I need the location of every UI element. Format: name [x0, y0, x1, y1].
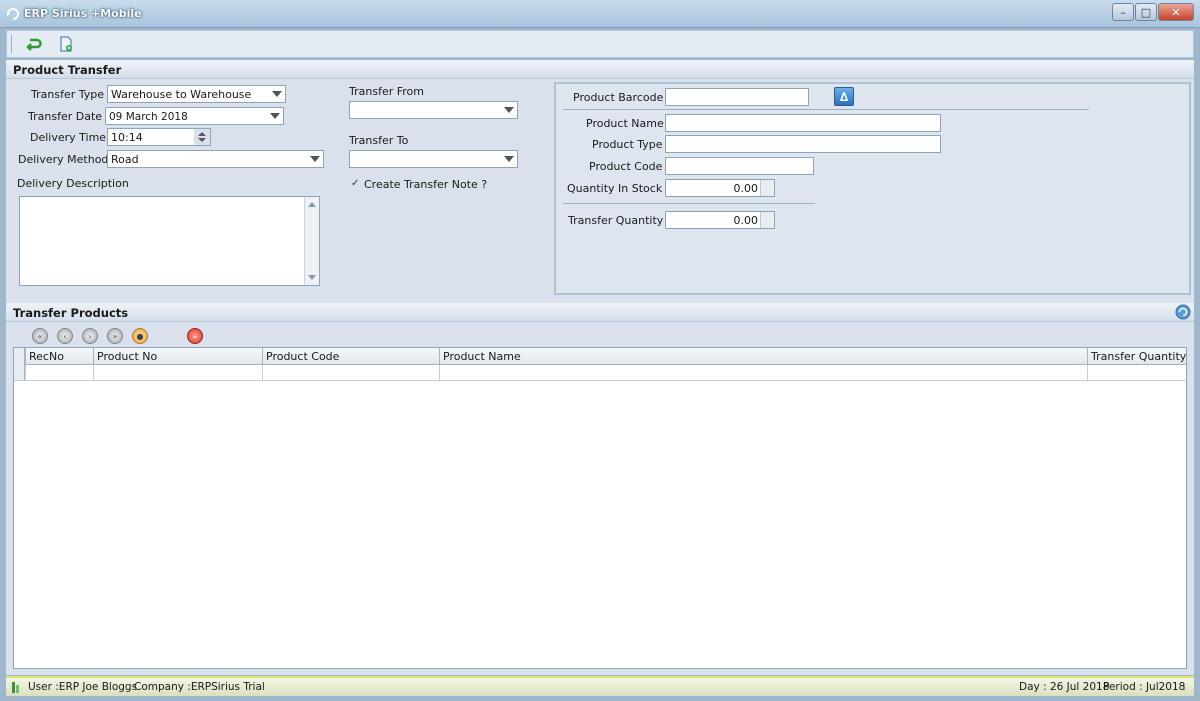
product-name-field[interactable] [665, 114, 941, 132]
table-cell[interactable] [262, 365, 439, 381]
transfer-products-grid: RecNo Product No Product Code Product Na… [13, 347, 1187, 669]
return-icon[interactable] [23, 34, 45, 54]
table-cell[interactable] [1087, 365, 1186, 381]
create-transfer-note-label: Create Transfer Note ? [364, 178, 488, 191]
toolbar-separator [11, 35, 12, 53]
last-icon[interactable]: » [107, 328, 123, 344]
chevron-down-icon [504, 156, 514, 162]
divider [563, 109, 1089, 110]
status-company: Company :ERPSirius Trial [134, 681, 265, 693]
transfer-from-select[interactable] [349, 101, 518, 119]
prev-icon[interactable]: ‹ [57, 328, 73, 344]
window-title: ERP Sirius +Mobile [24, 7, 142, 20]
grid-header: RecNo Product No Product Code Product Na… [14, 348, 1186, 365]
quantity-in-stock-label: Quantity In Stock [567, 182, 663, 195]
delivery-description-label: Delivery Description [17, 177, 129, 190]
delivery-method-label: Delivery Method [18, 153, 109, 166]
status-bar: User :ERP Joe Bloggs Company :ERPSirius … [6, 676, 1194, 696]
product-barcode-label: Product Barcode [573, 91, 664, 104]
grid-navigator: « ‹ › » ● – [6, 325, 1194, 347]
column-header-transfer-quantity[interactable]: Transfer Quantity [1087, 348, 1186, 365]
minimize-icon[interactable]: – [1112, 3, 1134, 21]
app-logo-icon [7, 8, 19, 20]
first-icon[interactable]: « [32, 328, 48, 344]
time-spinner-icon[interactable] [194, 129, 210, 145]
new-document-icon[interactable] [55, 34, 77, 54]
column-header-product-code[interactable]: Product Code [262, 348, 439, 365]
transfer-to-label: Transfer To [349, 134, 409, 147]
product-barcode-input[interactable] [665, 88, 809, 106]
scrollbar[interactable] [304, 197, 319, 285]
quantity-in-stock-field[interactable]: 0.00 [665, 179, 775, 197]
close-icon[interactable]: ✕ [1158, 3, 1194, 21]
edit-icon[interactable]: ● [132, 328, 148, 344]
delivery-method-select[interactable]: Road [107, 150, 324, 168]
delivery-time-label: Delivery Time [30, 131, 107, 144]
divider [563, 203, 815, 204]
resize-grip-icon[interactable]: .: [1179, 681, 1186, 693]
product-transfer-heading: Product Transfer [6, 60, 1194, 79]
column-header-product-name[interactable]: Product Name [439, 348, 1087, 365]
chevron-down-icon [272, 91, 282, 97]
delivery-time-field[interactable]: 10:14 [107, 128, 211, 146]
next-icon[interactable]: › [82, 328, 98, 344]
table-cell[interactable] [439, 365, 1087, 381]
chevron-down-icon [504, 107, 514, 113]
transfer-products-heading: Transfer Products [6, 303, 1194, 322]
product-code-field[interactable] [665, 157, 814, 175]
main-panel: Product Transfer Transfer Type Warehouse… [6, 60, 1194, 675]
product-name-label: Product Name [586, 117, 664, 130]
refresh-icon[interactable] [1175, 304, 1191, 320]
product-details-panel: Product Barcode ∆ Product Name Product T… [554, 82, 1191, 295]
transfer-to-select[interactable] [349, 150, 518, 168]
transfer-from-label: Transfer From [349, 85, 424, 98]
column-header-recno[interactable]: RecNo [25, 348, 93, 365]
transfer-type-label: Transfer Type [31, 88, 104, 101]
chevron-down-icon [310, 156, 320, 162]
transfer-type-select[interactable]: Warehouse to Warehouse [107, 85, 286, 103]
window-controls: – □ ✕ [1111, 3, 1194, 21]
maximize-icon[interactable]: □ [1135, 3, 1157, 21]
column-header-product-no[interactable]: Product No [93, 348, 262, 365]
status-indicator-icon [12, 682, 19, 693]
product-type-label: Product Type [592, 138, 663, 151]
spin-icon[interactable] [760, 180, 774, 196]
transfer-quantity-field[interactable]: 0.00 [665, 211, 775, 229]
title-bar: ERP Sirius +Mobile – □ ✕ [0, 0, 1200, 28]
transfer-date-picker[interactable]: 09 March 2018 [105, 107, 284, 125]
spin-icon[interactable] [760, 212, 774, 228]
product-code-label: Product Code [589, 160, 663, 173]
delete-icon[interactable]: – [187, 328, 203, 344]
delivery-description-textarea[interactable] [19, 196, 320, 286]
create-transfer-note-checkbox[interactable]: ✓ [351, 179, 361, 189]
chevron-down-icon [270, 113, 280, 119]
transfer-details-panel: Transfer Type Warehouse to Warehouse Tra… [8, 80, 550, 297]
table-cell[interactable] [93, 365, 262, 381]
table-cell[interactable] [25, 365, 93, 381]
transfer-date-label: Transfer Date [28, 110, 103, 123]
barcode-search-icon[interactable]: ∆ [834, 87, 854, 106]
product-type-field[interactable] [665, 135, 941, 153]
status-period: Period : Jul2018 [1103, 681, 1186, 693]
transfer-quantity-label: Transfer Quantity [568, 214, 664, 227]
status-day: Day : 26 Jul 2018 [1019, 681, 1110, 693]
status-user: User :ERP Joe Bloggs [28, 681, 138, 693]
table-row[interactable] [14, 365, 1186, 381]
toolbar [6, 30, 1194, 58]
